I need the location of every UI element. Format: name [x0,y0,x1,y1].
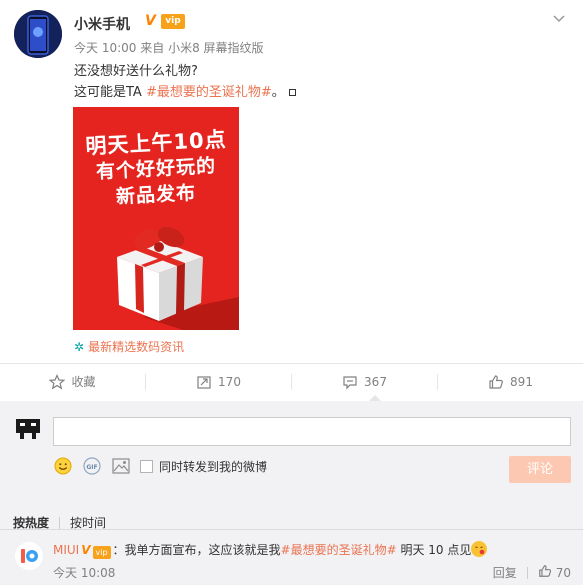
viewer-avatar[interactable] [14,415,42,443]
sort-divider [59,516,61,529]
favorite-button[interactable]: 收藏 [0,364,145,400]
repost-button[interactable]: 170 [146,364,291,400]
vip-badge[interactable]: vip [161,14,185,29]
repost-icon [196,374,212,390]
post-text: 还没想好送什么礼物? 这可能是TA #最想要的圣诞礼物#。 [74,61,296,103]
comment-user[interactable]: MIUI [53,543,79,557]
comment-text-suffix: 明天 10 点见 [396,543,472,557]
comment-time[interactable]: 今天 10:08 [53,564,115,581]
comment-vip-badge[interactable]: vip [92,546,111,559]
comment-icon [342,374,358,390]
post-meta: 今天 10:00 来自 小米8 屏幕指纹版 [74,39,264,56]
comment-panel: GIF 同时转发到我的微博 评论 按热度 按时间 MIUI Vvip ：我单方面宣布… [0,401,583,585]
flower-icon: ✲ [74,340,85,354]
author-name[interactable]: 小米手机 [74,14,130,34]
svg-text:GIF: GIF [86,464,97,471]
post-from-label: 来自 [140,41,165,55]
composer-toolbar: GIF 同时转发到我的微博 [53,455,267,477]
star-icon [49,374,66,390]
chevron-down-icon[interactable] [551,10,567,26]
post-text-line1: 还没想好送什么礼物? [74,64,198,79]
like-count: 891 [510,375,533,389]
comment-topic-link[interactable]: #最想要的圣诞礼物# [281,543,397,557]
submit-comment-button[interactable]: 评论 [509,456,571,483]
verified-badge: V [145,13,156,29]
comment-verified-badge: V [81,543,91,557]
expand-icon[interactable] [288,89,296,96]
thumbs-up-icon [488,374,504,390]
comment-like-button[interactable]: 70 [538,564,571,581]
image-source[interactable]: ✲ 最新精选数码资讯 [74,338,184,355]
comment-input[interactable] [53,417,571,446]
post-source[interactable]: 小米8 屏幕指纹版 [168,41,263,55]
comment-like-count: 70 [555,565,571,580]
comment-actions: 回复 70 [493,564,571,581]
comment-item: MIUI Vvip ：我单方面宣布，这应该就是我#最想要的圣诞礼物# 明天 10 点… [0,530,583,585]
reply-button[interactable]: 回复 [493,564,517,581]
comment-body: MIUI Vvip ：我单方面宣布，这应该就是我#最想要的圣诞礼物# 明天 10 点… [53,541,488,559]
action-bar: 收藏 170 367 891 [0,364,583,400]
gif-icon[interactable]: GIF [82,456,102,476]
gift-box-icon [117,226,239,330]
image-source-label: 最新精选数码资讯 [88,340,185,354]
comment-action-divider [526,566,528,579]
comment-text-prefix: ：我单方面宣布，这应该就是我 [112,543,281,557]
post-topic-link[interactable]: #最想要的圣诞礼物# [146,85,272,100]
post-image[interactable]: 明天上午10点 有个好好玩的 新品发布 [73,107,239,330]
smile-icon[interactable] [53,456,73,476]
post-text-suffix: 。 [271,85,285,100]
favorite-label: 收藏 [71,375,96,389]
repost-checkbox-label[interactable]: 同时转发到我的微博 [159,458,267,475]
post-header: 小米手机 V vip 今天 10:00 来自 小米8 屏幕指纹版 [14,10,569,60]
image-icon[interactable] [111,456,131,476]
comment-avatar[interactable] [15,542,43,570]
post-text-line2: 这可能是TA #最想要的圣诞礼物#。 [74,82,296,103]
post-text-prefix: 这可能是TA [74,85,146,100]
thumbs-up-icon [538,564,552,581]
like-button[interactable]: 891 [438,364,583,400]
kiss-emoji-icon [471,541,488,557]
post-time[interactable]: 今天 10:00 [74,41,136,55]
comment-button[interactable]: 367 [292,364,437,400]
repost-checkbox[interactable] [140,459,153,473]
author-avatar[interactable] [14,10,62,58]
repost-count: 170 [218,375,241,389]
